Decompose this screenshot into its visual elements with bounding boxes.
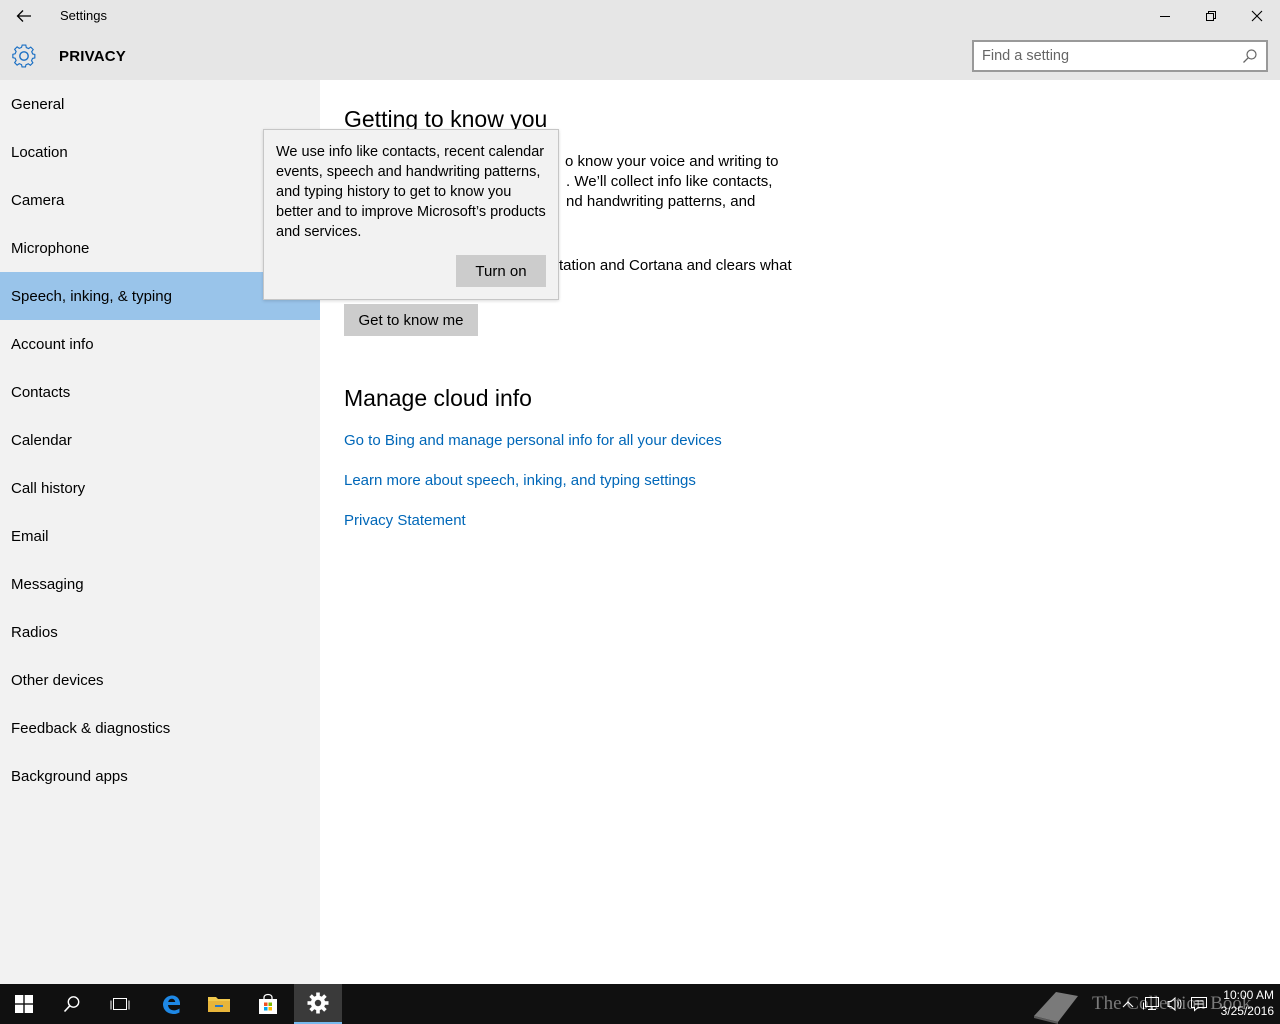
sidebar-item-label: Speech, inking, & typing (11, 287, 172, 305)
book-icon (1034, 992, 1078, 1024)
sidebar-item-label: Account info (11, 335, 94, 353)
network-button[interactable] (1140, 984, 1162, 1024)
sidebar-item-messaging[interactable]: Messaging (0, 560, 320, 608)
get-to-know-me-button[interactable]: Get to know me (344, 304, 478, 336)
sidebar-item-email[interactable]: Email (0, 512, 320, 560)
search-input[interactable] (982, 47, 1232, 65)
manage-cloud-heading: Manage cloud info (344, 385, 532, 411)
sidebar-item-calendar[interactable]: Calendar (0, 416, 320, 464)
action-center-icon (1191, 997, 1207, 1012)
action-center-button[interactable] (1188, 984, 1210, 1024)
bing-manage-info-link[interactable]: Go to Bing and manage personal info for … (344, 432, 722, 449)
file-explorer-icon (208, 997, 230, 1012)
back-button[interactable] (10, 4, 38, 28)
sidebar-item-label: Messaging (11, 575, 84, 593)
description-line-2: . We’ll collect info like contacts, (566, 173, 773, 190)
show-hidden-icons-button[interactable] (1118, 984, 1138, 1024)
page-title: PRIVACY (59, 48, 126, 65)
sidebar-item-radios[interactable]: Radios (0, 608, 320, 656)
sidebar-item-contacts[interactable]: Contacts (0, 368, 320, 416)
start-button[interactable] (0, 984, 48, 1024)
store-icon (259, 993, 277, 1014)
maximize-icon (1206, 11, 1216, 21)
clock[interactable]: 10:00 AM 3/25/2016 (1208, 987, 1274, 1019)
learn-more-link[interactable]: Learn more about speech, inking, and typ… (344, 472, 696, 489)
edge-taskbar-button[interactable] (147, 984, 195, 1024)
network-icon (1143, 997, 1159, 1010)
cortana-search-icon (63, 996, 80, 1013)
sidebar-item-label: Email (11, 527, 49, 545)
turn-on-button[interactable]: Turn on (456, 255, 546, 287)
search-taskbar-button[interactable] (48, 984, 96, 1024)
popup-text: We use info like contacts, recent calend… (276, 144, 546, 240)
settings-taskbar-button[interactable] (294, 984, 342, 1024)
sidebar-item-background-apps[interactable]: Background apps (0, 752, 320, 800)
windows-start-icon (15, 995, 33, 1013)
sidebar-item-feedback-diagnostics[interactable]: Feedback & diagnostics (0, 704, 320, 752)
task-view-icon (110, 998, 130, 1010)
sidebar-item-label: Radios (11, 623, 58, 641)
sidebar-item-label: Location (11, 143, 68, 161)
sidebar-item-call-history[interactable]: Call history (0, 464, 320, 512)
title-bar: Settings (0, 0, 1280, 32)
sidebar-item-label: Calendar (11, 431, 72, 449)
sidebar-item-other-devices[interactable]: Other devices (0, 656, 320, 704)
sidebar-item-account-info[interactable]: Account info (0, 320, 320, 368)
turn-on-popup: We use info like contacts, recent calend… (263, 129, 559, 300)
settings-icon (307, 992, 329, 1014)
close-button[interactable] (1234, 0, 1280, 32)
sidebar-item-label: Background apps (11, 767, 128, 785)
sidebar-item-label: Contacts (11, 383, 71, 401)
task-view-button[interactable] (96, 984, 144, 1024)
store-taskbar-button[interactable] (244, 984, 292, 1024)
volume-icon (1167, 996, 1182, 1012)
close-icon (1251, 10, 1263, 22)
clock-time: 10:00 AM (1223, 988, 1274, 1002)
edge-icon (163, 995, 181, 1015)
page-header: PRIVACY (0, 32, 1280, 80)
sidebar-item-label: Other devices (11, 671, 104, 689)
description-line-3: nd handwriting patterns, and (566, 193, 756, 210)
chevron-up-icon (1122, 1001, 1134, 1008)
back-arrow-icon (16, 10, 31, 22)
sidebar-item-label: Feedback & diagnostics (11, 719, 171, 737)
gear-icon (12, 44, 36, 68)
privacy-statement-link[interactable]: Privacy Statement (344, 512, 466, 529)
restore-button[interactable] (1188, 0, 1234, 32)
clock-date: 3/25/2016 (1220, 1004, 1274, 1018)
minimize-icon (1160, 16, 1170, 17)
file-explorer-taskbar-button[interactable] (195, 984, 243, 1024)
search-icon[interactable] (1242, 48, 1258, 64)
sidebar-item-label: General (11, 95, 65, 113)
window-title: Settings (60, 8, 107, 23)
sidebar-item-label: Microphone (11, 239, 90, 257)
description-line-1: o know your voice and writing to (565, 153, 779, 170)
volume-button[interactable] (1164, 984, 1186, 1024)
search-box[interactable] (972, 40, 1268, 72)
description-line-4: tation and Cortana and clears what (559, 257, 792, 274)
sidebar-item-label: Call history (11, 479, 86, 497)
sidebar-item-general[interactable]: General (0, 80, 320, 128)
sidebar-item-label: Camera (11, 191, 65, 209)
minimize-button[interactable] (1142, 0, 1188, 32)
taskbar: The Collection Book 10:00 AM 3/25/2016 (0, 984, 1280, 1024)
